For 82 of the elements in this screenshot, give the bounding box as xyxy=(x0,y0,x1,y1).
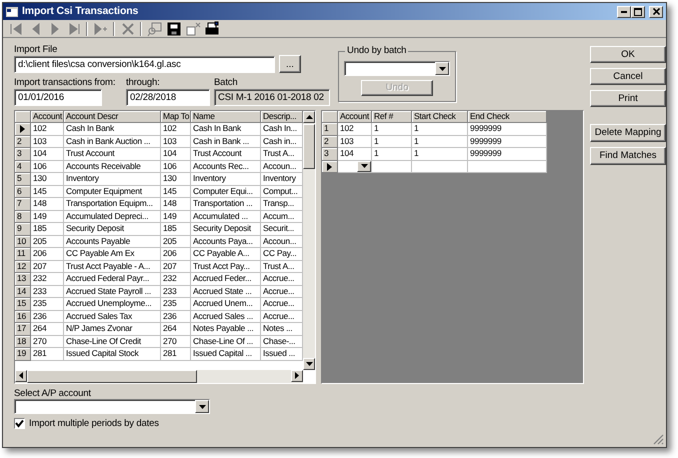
batch-dropdown[interactable] xyxy=(344,61,450,76)
dialog-button[interactable]: Delete Mapping xyxy=(590,124,666,142)
check-mark-icon xyxy=(15,419,24,428)
minimize-icon xyxy=(621,10,627,12)
delete-icon xyxy=(120,20,136,36)
column-header[interactable]: Name xyxy=(191,110,261,124)
dialog-button[interactable]: Cancel xyxy=(590,68,666,85)
row-header: 1 xyxy=(322,123,338,136)
first-record-icon xyxy=(8,20,24,36)
vertical-scrollbar[interactable] xyxy=(303,110,315,370)
right-arrow-icon xyxy=(295,372,299,380)
scroll-thumb[interactable] xyxy=(27,370,197,383)
dialog-button[interactable]: OK xyxy=(590,46,666,63)
from-date-field[interactable]: 01/01/2016 xyxy=(14,88,102,106)
table-cell: Issued Capital Stock xyxy=(64,348,161,361)
close-icon xyxy=(652,8,660,15)
row-header: 15 xyxy=(15,298,31,311)
close-button[interactable] xyxy=(649,6,663,18)
horizontal-scrollbar[interactable] xyxy=(15,370,303,383)
ap-account-dropdown[interactable] xyxy=(14,399,210,414)
left-arrow-icon xyxy=(19,372,23,380)
group-label: Undo by batch xyxy=(345,45,408,56)
column-header[interactable]: Start Check xyxy=(412,110,468,124)
field-label: through: xyxy=(126,77,160,89)
row-header: 16 xyxy=(15,310,31,324)
dialog-button[interactable]: Print xyxy=(590,90,666,107)
resize-grip-icon[interactable] xyxy=(653,434,664,445)
scroll-left-button[interactable] xyxy=(15,370,27,382)
field-label: Import transactions from: xyxy=(14,77,116,89)
printer-icon xyxy=(204,20,220,36)
column-header[interactable]: Account xyxy=(338,110,372,124)
scroll-up-button[interactable] xyxy=(303,110,315,123)
table-cell: Issued Capital ... xyxy=(191,348,261,361)
row-header: 6 xyxy=(15,186,31,198)
checkbox[interactable] xyxy=(14,418,25,430)
row-header: 5 xyxy=(15,173,31,186)
row-header: 3 xyxy=(322,148,338,161)
scroll-right-button[interactable] xyxy=(291,370,303,382)
row-header: 2 xyxy=(15,136,31,148)
up-arrow-icon xyxy=(306,114,312,119)
row-header: 12 xyxy=(15,260,31,274)
down-arrow-icon xyxy=(306,362,312,366)
maximize-icon xyxy=(634,8,642,16)
column-header[interactable]: End Check xyxy=(468,110,547,124)
new-record-icon xyxy=(92,20,108,36)
row-header: 7 xyxy=(15,198,31,211)
row-header: 11 xyxy=(15,248,31,261)
row-header: 10 xyxy=(15,236,31,248)
row-header: 9 xyxy=(15,223,31,236)
column-header[interactable]: Account xyxy=(31,110,64,124)
dialog-button[interactable]: Find Matches xyxy=(590,147,666,165)
row-header: 14 xyxy=(15,286,31,298)
row-header: 18 xyxy=(15,336,31,348)
scroll-thumb[interactable] xyxy=(303,124,315,169)
row-header: 8 xyxy=(15,210,31,224)
column-header[interactable]: Map To xyxy=(161,110,191,124)
table-cell: 281 xyxy=(31,348,64,361)
row-header: 4 xyxy=(15,160,31,174)
app-icon xyxy=(6,6,18,16)
table-cell: 281 xyxy=(161,348,191,361)
row-header: 3 xyxy=(15,148,31,161)
field-label: Batch xyxy=(214,77,238,89)
row-pointer-icon xyxy=(327,162,332,171)
row-header: 2 xyxy=(322,136,338,148)
field-label: Import File xyxy=(14,44,58,56)
maximize-button[interactable] xyxy=(631,6,645,18)
browse-button[interactable]: ... xyxy=(279,55,301,74)
scroll-down-button[interactable] xyxy=(303,358,315,370)
through-date-field[interactable]: 02/28/2018 xyxy=(126,88,210,106)
window-title: Import Csi Transactions xyxy=(22,5,138,18)
minimize-button[interactable] xyxy=(617,6,631,18)
column-header[interactable]: Ref # xyxy=(372,110,412,124)
import-file-field[interactable]: d:\client files\csa conversion\k164.gl.asc xyxy=(14,56,275,73)
column-header[interactable]: Account Descr xyxy=(64,110,161,124)
column-header[interactable]: Descrip... xyxy=(261,110,303,124)
checkbox-label: Import multiple periods by dates xyxy=(29,418,159,430)
batch-field: CSI M-1 2016 01-2018 02 xyxy=(214,88,330,106)
row-pointer-icon xyxy=(20,125,25,134)
row-header: 13 xyxy=(15,273,31,286)
row-header: 17 xyxy=(15,323,31,336)
field-label: Select A/P account xyxy=(14,388,91,400)
row-header: 19 xyxy=(15,348,31,361)
